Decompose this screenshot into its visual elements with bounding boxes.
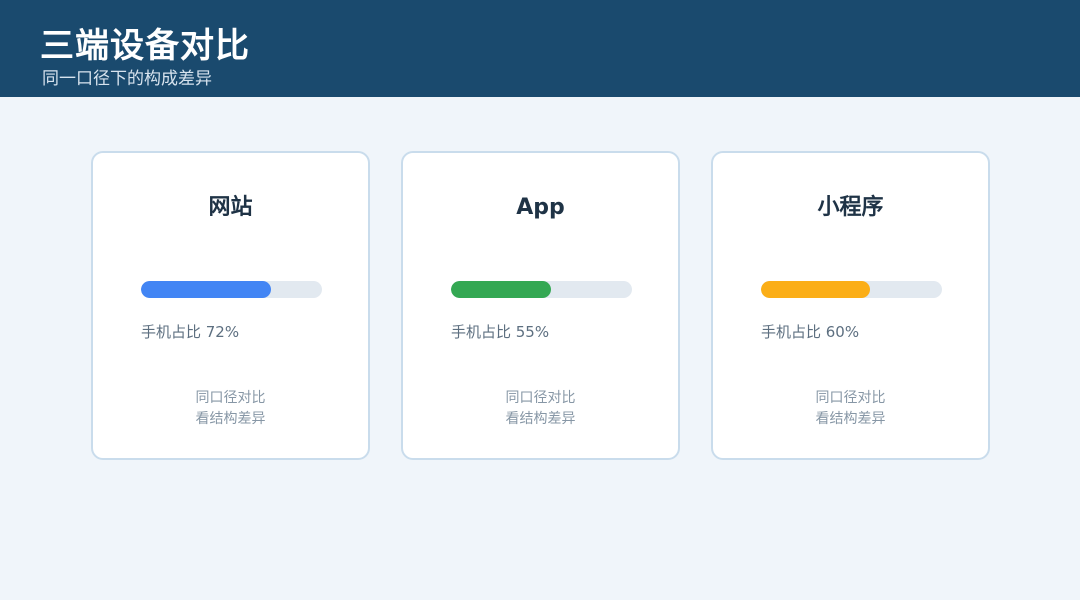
header-banner: 三端设备对比 同一口径下的构成差异 (0, 0, 1080, 97)
share-progress-fill (761, 281, 870, 298)
page-subtitle: 同一口径下的构成差异 (42, 69, 212, 89)
card-title: 小程序 (817, 195, 884, 220)
card-website: 网站 手机占比 72% 同口径对比 看结构差异 (91, 151, 370, 460)
card-note-line1: 同口径对比 (505, 390, 576, 406)
page-title: 三端设备对比 (40, 26, 250, 66)
share-progress-fill (141, 281, 272, 298)
mobile-share-label: 手机占比 60% (761, 323, 860, 341)
share-progress-track (141, 281, 322, 298)
card-mini-program: 小程序 手机占比 60% 同口径对比 看结构差异 (711, 151, 990, 460)
card-title: 网站 (208, 195, 253, 220)
card-note-line2: 看结构差异 (815, 411, 886, 427)
share-progress-fill (451, 281, 551, 298)
mobile-share-label: 手机占比 55% (451, 323, 550, 341)
card-title: App (516, 195, 565, 220)
card-note-line2: 看结构差异 (195, 411, 266, 427)
card-note-line1: 同口径对比 (195, 390, 266, 406)
card-note-line1: 同口径对比 (815, 390, 886, 406)
card-note-line2: 看结构差异 (505, 411, 576, 427)
share-progress-track (451, 281, 632, 298)
share-progress-track (761, 281, 942, 298)
card-app: App 手机占比 55% 同口径对比 看结构差异 (401, 151, 680, 460)
mobile-share-label: 手机占比 72% (141, 323, 240, 341)
